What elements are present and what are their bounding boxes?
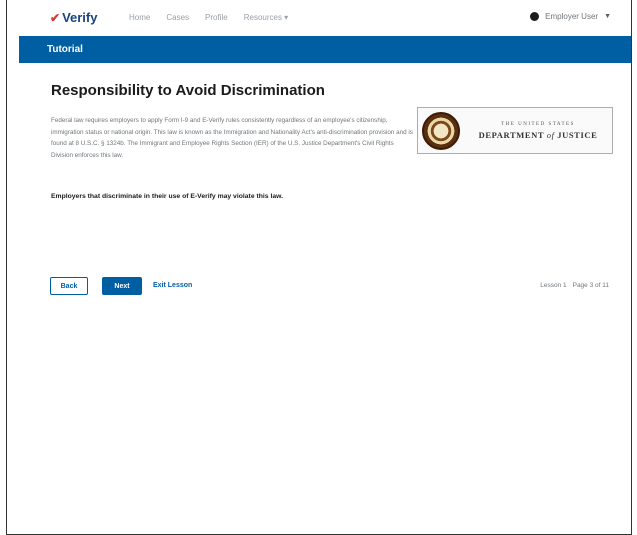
logo-text: Verify [62,10,98,25]
exit-lesson-link[interactable]: Exit Lesson [153,282,192,289]
banner-title: Tutorial [47,44,83,55]
check-icon: ✔ [50,10,61,25]
nav-link-resources[interactable]: Resources ▾ [244,13,288,22]
browser-frame: ✔ Verify Home Cases Profile Resources ▾ … [6,0,632,535]
nav-links: Home Cases Profile Resources ▾ [129,13,288,22]
page-title: Responsibility to Avoid Discrimination [51,82,325,99]
lesson-number: Lesson 1 [540,282,567,289]
doj-big-text: DEPARTMENT of JUSTICE [479,130,598,140]
user-menu[interactable]: Employer User ▼ [530,12,611,21]
tutorial-banner: Tutorial [19,36,631,63]
user-icon [530,12,540,21]
doj-department: DEPARTMENT [478,129,544,140]
lesson-paragraph: Federal law requires employers to apply … [51,117,413,159]
page-number: Page 3 of 11 [572,282,609,289]
doj-of: of [546,129,555,140]
back-button[interactable]: Back [50,277,88,295]
top-navigation: ✔ Verify Home Cases Profile Resources ▾ … [7,0,631,36]
doj-small-text: THE UNITED STATES [501,121,575,127]
everify-logo[interactable]: ✔ Verify [50,10,97,25]
nav-link-profile[interactable]: Profile [205,13,228,22]
chevron-down-icon: ▼ [604,13,611,20]
user-name: Employer User [545,12,599,21]
doj-seal-icon [422,111,460,150]
doj-wordmark: THE UNITED STATES DEPARTMENT of JUSTICE [466,122,610,140]
lesson-pager: Lesson 1 Page 3 of 11 [540,282,609,289]
nav-link-cases[interactable]: Cases [166,13,189,22]
next-button[interactable]: Next [102,277,142,295]
doj-logo: THE UNITED STATES DEPARTMENT of JUSTICE [417,107,613,154]
doj-justice: JUSTICE [557,129,598,140]
warning-statement: Employers that discriminate in their use… [51,193,284,200]
nav-link-home[interactable]: Home [129,13,150,22]
